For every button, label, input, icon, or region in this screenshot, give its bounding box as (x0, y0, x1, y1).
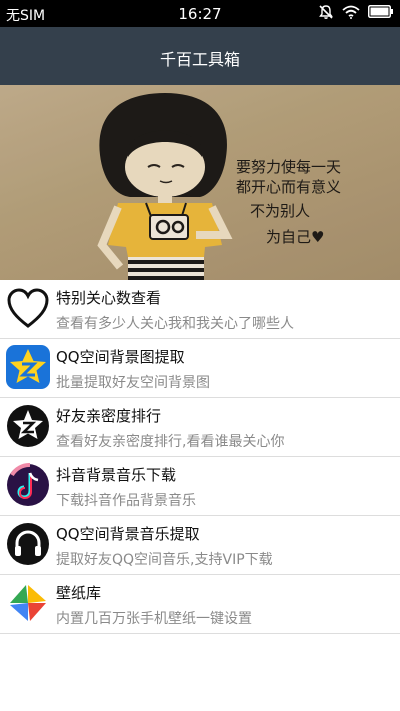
tool-name: QQ空间背景图提取 (56, 348, 185, 366)
banner-handwriting: 要努力使每一天 都开心而有意义 不为别人 为自己♥ (236, 157, 396, 247)
tool-description: 提取好友QQ空间音乐,支持VIP下载 (56, 552, 273, 568)
tool-name: QQ空间背景音乐提取 (56, 525, 200, 543)
list-item[interactable]: 壁纸库 内置几百万张手机壁纸一键设置 (0, 575, 400, 634)
banner-image[interactable]: 要努力使每一天 都开心而有意义 不为别人 为自己♥ (0, 85, 400, 280)
battery-icon (368, 5, 394, 22)
list-item[interactable]: QQ空间背景图提取 批量提取好友空间背景图 (0, 339, 400, 398)
banner-line: 不为别人 (250, 202, 311, 220)
list-item[interactable]: 抖音背景音乐下载 下载抖音作品背景音乐 (0, 457, 400, 516)
status-icons (310, 4, 394, 23)
wifi-icon (342, 5, 360, 23)
tool-description: 批量提取好友空间背景图 (56, 375, 210, 391)
banner-line: 要努力使每一天 (236, 158, 342, 176)
status-bar: 无SIM 16:27 (0, 0, 400, 27)
qzone-black-icon (6, 404, 50, 448)
tool-description: 内置几百万张手机壁纸一键设置 (56, 611, 252, 627)
list-item[interactable]: 特别关心数查看 查看有多少人关心我和我关心了哪些人 (0, 280, 400, 339)
page-title: 千百工具箱 (159, 50, 240, 69)
tool-name: 抖音背景音乐下载 (56, 466, 177, 484)
tool-description: 查看有多少人关心我和我关心了哪些人 (56, 316, 294, 332)
list-item[interactable]: 好友亲密度排行 查看好友亲密度排行,看看谁最关心你 (0, 398, 400, 457)
list-item[interactable]: QQ空间背景音乐提取 提取好友QQ空间音乐,支持VIP下载 (0, 516, 400, 575)
qzone-icon (6, 345, 50, 389)
tool-description: 查看好友亲密度排行,看看谁最关心你 (56, 434, 285, 450)
tool-name: 壁纸库 (56, 584, 102, 602)
douyin-icon (6, 463, 50, 507)
app-title-bar: 千百工具箱 (0, 27, 400, 85)
headphones-icon (6, 522, 50, 566)
tool-name: 特别关心数查看 (56, 289, 162, 307)
banner-line: 都开心而有意义 (236, 178, 342, 196)
tool-name: 好友亲密度排行 (56, 407, 162, 425)
mute-icon (318, 4, 334, 24)
banner-line: 为自己♥ (266, 228, 325, 246)
tool-list: 特别关心数查看 查看有多少人关心我和我关心了哪些人 QQ空间背景图提取 批量提取… (0, 280, 400, 634)
wallpaper-pinwheel-icon (6, 581, 50, 625)
tool-description: 下载抖音作品背景音乐 (56, 493, 196, 509)
heart-icon (6, 286, 50, 330)
